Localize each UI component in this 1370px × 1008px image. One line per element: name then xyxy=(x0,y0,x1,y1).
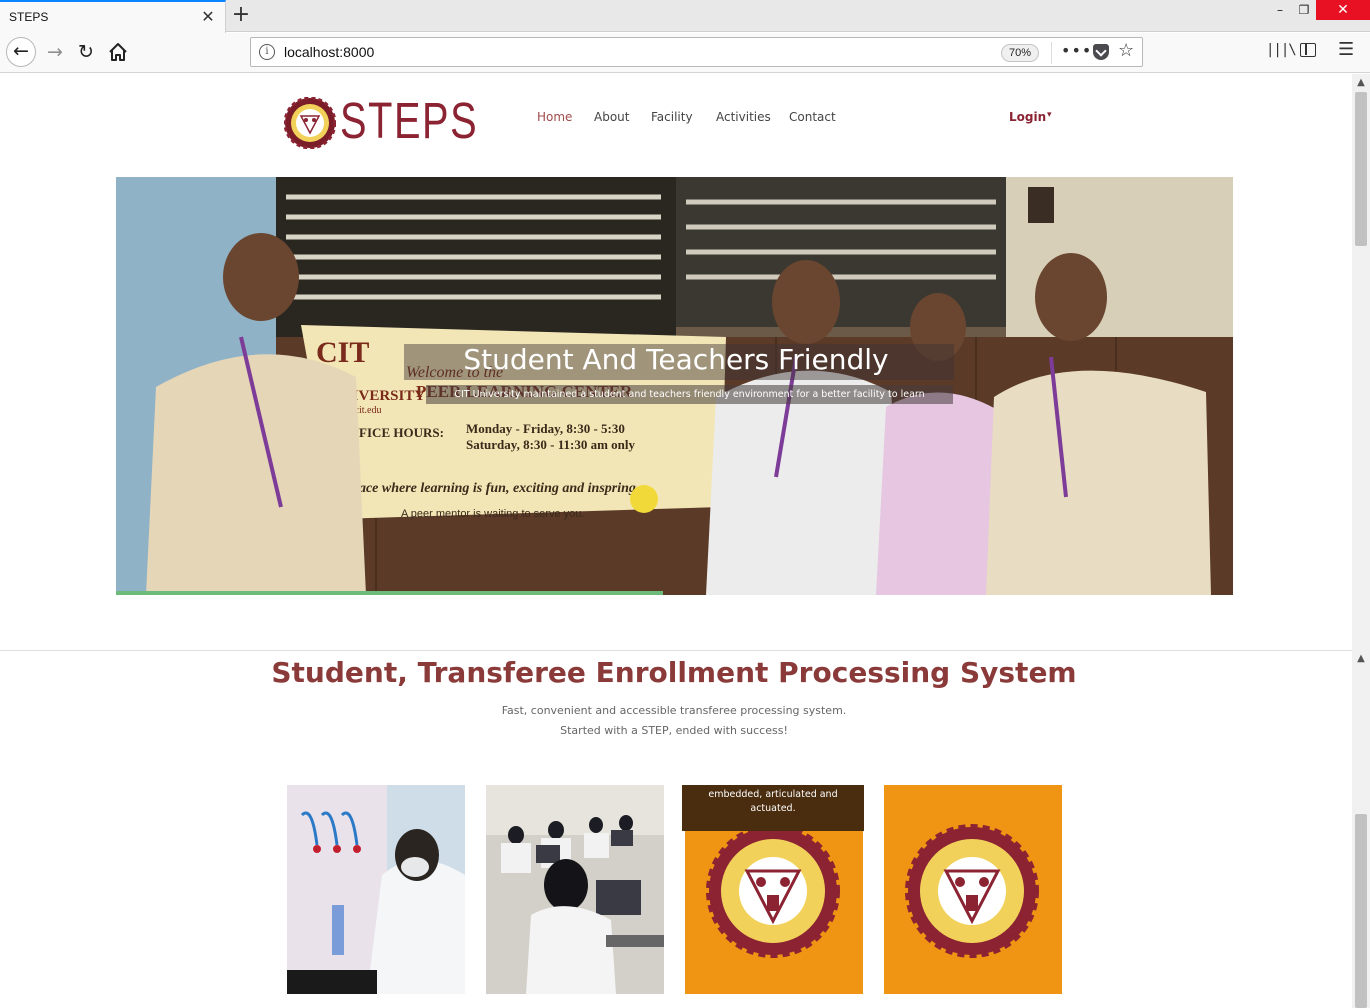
lab-photo-image xyxy=(287,785,465,994)
nav-contact-link[interactable]: Contact xyxy=(789,110,836,124)
hero-subtitle: CIT University maintained a student and … xyxy=(426,385,953,404)
svg-text:A peer mentor is waiting to se: A peer mentor is waiting to serve you. xyxy=(401,508,584,520)
caret-down-icon[interactable]: ▾ xyxy=(1047,110,1052,120)
pocket-icon[interactable] xyxy=(1093,44,1109,60)
section-subtitle-line1: Fast, convenient and accessible transfer… xyxy=(501,704,847,717)
url-separator xyxy=(1051,42,1052,64)
reload-icon[interactable]: ↻ xyxy=(74,39,98,65)
slider-progress-bar xyxy=(116,591,664,595)
cit-seal-large-icon xyxy=(905,824,1039,958)
hero-slider[interactable]: CIT UNIVERSITY www.cit.edu Welcome to th… xyxy=(116,177,1233,595)
scroll-up-icon[interactable]: ▲ xyxy=(1352,650,1370,668)
section-subtitle-line2: Started with a STEP, ended with success! xyxy=(560,724,788,737)
address-bar[interactable]: i localhost:8000 70% ••• ☆ xyxy=(250,37,1143,67)
svg-text:A place where learning is fun,: A place where learning is fun, exciting … xyxy=(335,481,636,496)
new-tab-button[interactable]: + xyxy=(230,3,252,27)
card-tooltip: embedded, articulated and actuated. xyxy=(682,785,864,831)
bookmark-star-icon[interactable]: ☆ xyxy=(1118,40,1134,61)
sidebar-toggle-icon[interactable] xyxy=(1300,43,1316,57)
classroom-photo-image xyxy=(486,785,664,994)
hamburger-menu-icon[interactable]: ☰ xyxy=(1338,39,1354,60)
page-viewport: STEPS Home About Facility Activities Con… xyxy=(0,74,1352,1008)
svg-text:Saturday, 8:30 - 11:30 am only: Saturday, 8:30 - 11:30 am only xyxy=(466,437,636,452)
card-seal-4[interactable] xyxy=(884,785,1062,994)
zoom-level-badge[interactable]: 70% xyxy=(1001,44,1039,62)
hero-title: Student And Teachers Friendly xyxy=(463,343,889,376)
window-restore-button[interactable]: ❐ xyxy=(1290,0,1318,20)
browser-toolbar: ← → ↻ i localhost:8000 70% ••• ☆ |||\ ☰ xyxy=(0,33,1370,73)
nav-home-link[interactable]: Home xyxy=(537,110,572,124)
back-arrow-icon[interactable]: ← xyxy=(6,37,36,67)
cit-seal-icon xyxy=(284,97,336,149)
site-info-icon[interactable]: i xyxy=(259,44,275,60)
logo-text: STEPS xyxy=(340,92,479,149)
browser-tab[interactable]: STEPS ✕ xyxy=(0,0,226,33)
card-lab-photo[interactable] xyxy=(287,785,465,994)
svg-text:Monday - Friday, 8:30 - 5:30: Monday - Friday, 8:30 - 5:30 xyxy=(466,421,625,436)
tab-close-icon[interactable]: ✕ xyxy=(200,7,216,27)
forward-arrow-icon[interactable]: → xyxy=(43,39,67,65)
page-actions-icon[interactable]: ••• xyxy=(1061,41,1092,60)
tab-title: STEPS xyxy=(9,10,49,24)
url-text[interactable]: localhost:8000 xyxy=(284,44,374,60)
scroll-thumb[interactable] xyxy=(1355,814,1367,1008)
login-dropdown[interactable]: Login xyxy=(1009,110,1046,124)
browser-tab-bar: STEPS ✕ + – ❐ ✕ xyxy=(0,0,1370,33)
nav-facility-link[interactable]: Facility xyxy=(651,110,693,124)
nav-about-link[interactable]: About xyxy=(594,110,629,124)
card-classroom-photo[interactable] xyxy=(486,785,664,994)
section-title: Student, Transferee Enrollment Processin… xyxy=(271,656,1077,689)
scroll-thumb[interactable] xyxy=(1355,92,1367,246)
nav-activities-link[interactable]: Activities xyxy=(716,110,771,124)
window-close-button[interactable]: ✕ xyxy=(1316,0,1370,20)
section-divider xyxy=(0,650,1352,651)
home-icon[interactable] xyxy=(106,40,130,64)
scroll-up-icon[interactable]: ▲ xyxy=(1352,74,1370,92)
page-scrollbar[interactable]: ▲ ▲ xyxy=(1352,74,1370,1008)
site-logo[interactable]: STEPS xyxy=(284,92,477,151)
library-icon[interactable]: |||\ xyxy=(1266,42,1297,58)
